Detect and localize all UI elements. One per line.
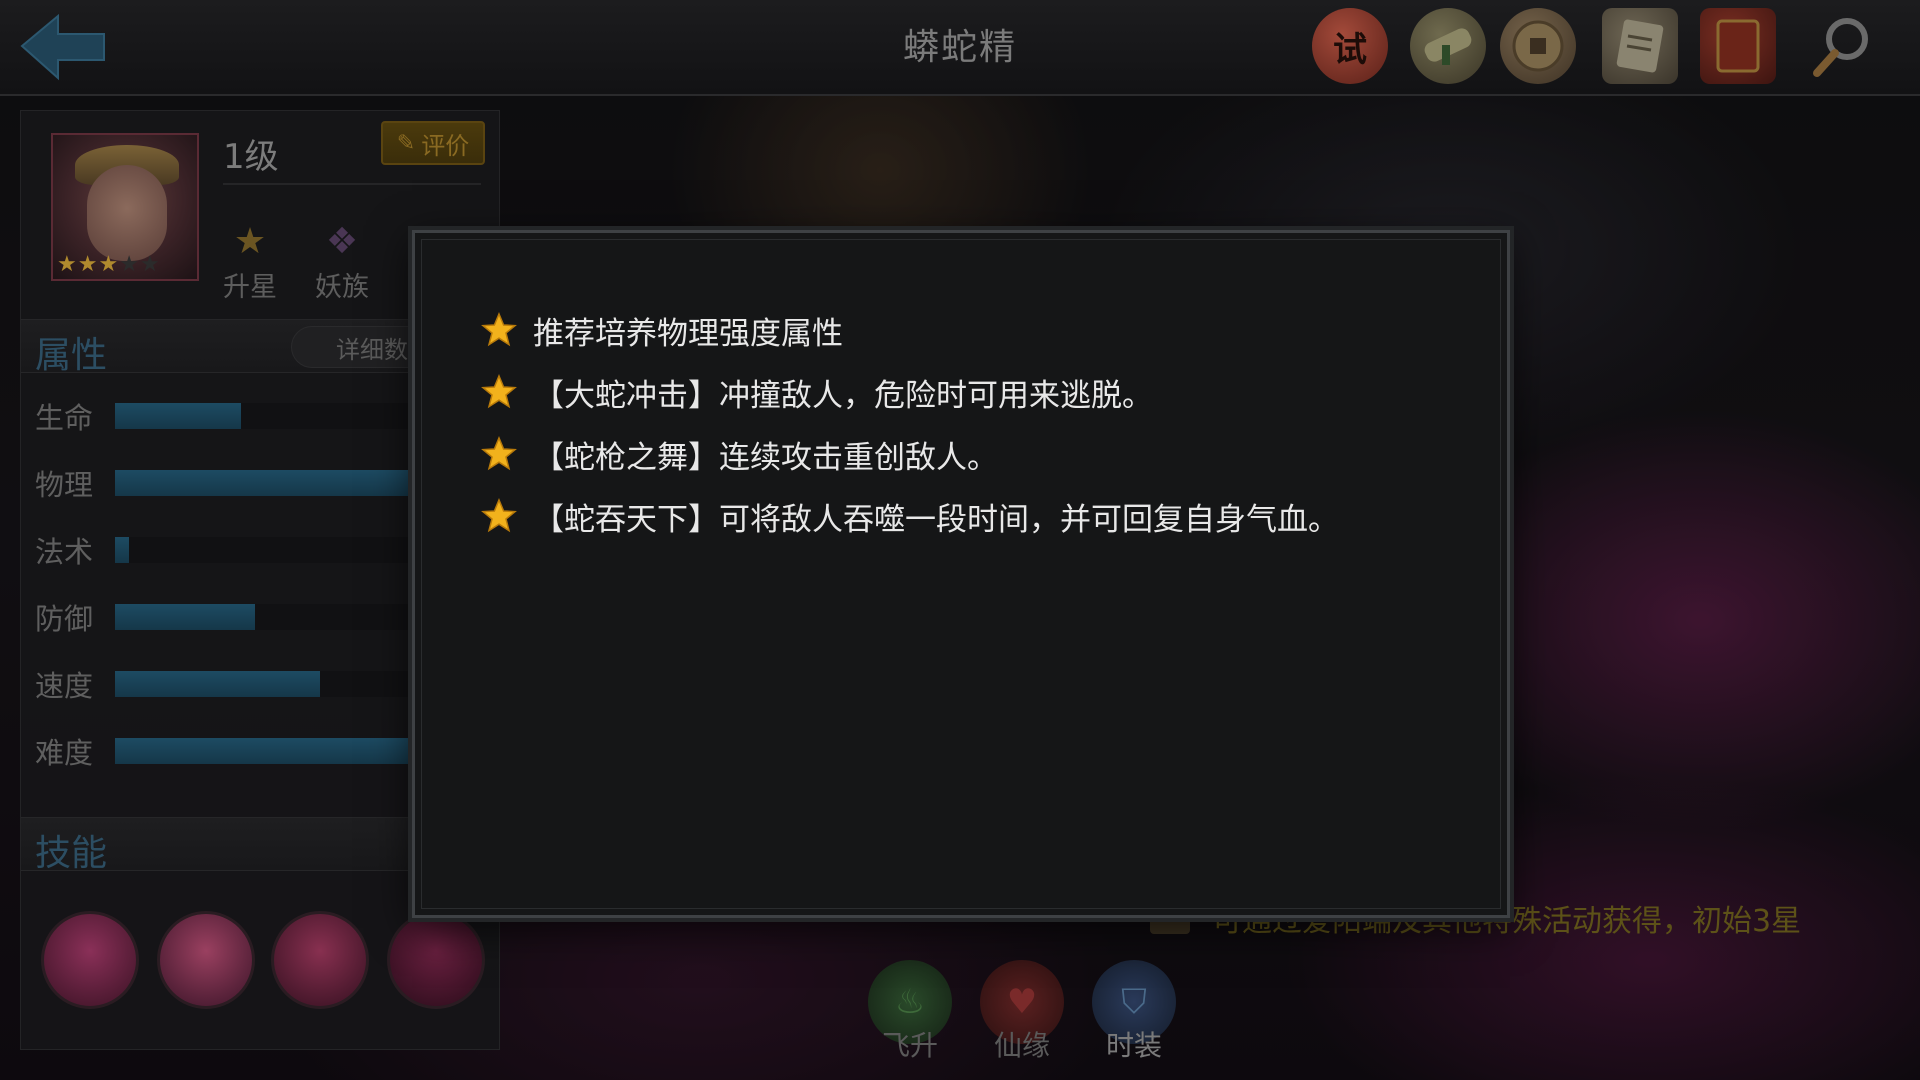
demon-race-icon: ❖ [325,220,359,262]
costume-button[interactable]: ⛉ 时装 [1084,960,1184,1070]
tips-list: 推荐培养物理强度属性 【大蛇冲击】冲撞敌人，危险时可用来逃脱。 【蛇枪之舞】连续… [481,299,1339,547]
stat-bar-fill [115,671,321,697]
portrait-face [87,165,167,261]
star-empty-icon: ★ [119,252,140,277]
star-icon: ★ [57,252,78,277]
upgrade-star-button[interactable]: ★ 升星 [211,211,289,304]
hero-star-rating: ★★★★★ [57,252,161,277]
race-button[interactable]: ❖ 妖族 [303,211,381,304]
star-icon: ★ [98,252,120,277]
magnifier-icon[interactable] [1804,8,1880,84]
tip-item: 【蛇枪之舞】连续攻击重创敌人。 [481,423,1339,485]
snake-dancer-skill-icon[interactable] [41,911,139,1009]
stat-label: 难度 [35,736,94,770]
book-shape [1716,19,1760,73]
level-divider [223,183,481,185]
fate-button[interactable]: ♥ 仙缘 [972,960,1072,1070]
ascend-button[interactable]: ♨ 飞升 [860,960,960,1070]
stat-label: 物理 [35,468,94,502]
gold-star-icon [481,312,517,347]
hero-level: 1级 [223,137,279,177]
scroll-shape [1424,28,1472,65]
gold-star-icon [481,498,517,533]
stat-label: 法术 [35,535,94,569]
magnifier-shape [1813,18,1868,77]
serpent-skill-icon[interactable] [271,911,369,1009]
trial-seal-icon[interactable]: 试 [1312,8,1388,84]
tip-text: 【大蛇冲击】冲撞敌人，危险时可用来逃脱。 [533,377,1153,414]
stat-bar-fill [115,403,241,429]
gold-star-icon [481,436,517,471]
document-shape [1616,19,1664,73]
star-icon: ★ [77,252,99,277]
race-label: 妖族 [315,272,369,303]
stat-label: 速度 [35,669,94,703]
spear-skill-icon[interactable] [157,911,255,1009]
stat-bar-fill [115,604,256,630]
gold-star-icon [481,374,517,409]
coin-shape [1512,20,1564,72]
top-bar: 蟒蛇精 试 [0,0,1920,96]
rate-button[interactable]: ✎ 评价 [381,121,485,165]
coin-icon[interactable] [1500,8,1576,84]
tip-item: 【蛇吞天下】可将敌人吞噬一段时间，并可回复自身气血。 [481,485,1339,547]
star-upgrade-icon: ★ [233,220,267,262]
scroll-icon[interactable] [1410,8,1486,84]
hero-portrait[interactable]: ★★★★★ [51,133,199,281]
star-empty-icon: ★ [139,252,161,277]
book-icon[interactable] [1700,8,1776,84]
tip-text: 推荐培养物理强度属性 [533,315,843,352]
tip-text: 【蛇枪之舞】连续攻击重创敌人。 [533,439,998,476]
stat-label: 防御 [35,602,94,636]
stat-label: 生命 [35,401,94,435]
attributes-title: 属性 [35,335,108,376]
upgrade-star-label: 升星 [223,272,277,303]
bottom-nav: ♨ 飞升 ♥ 仙缘 ⛉ 时装 [860,960,1190,1070]
edit-icon: ✎ [396,130,416,156]
skills-title: 技能 [35,833,108,874]
tip-item: 推荐培养物理强度属性 [481,299,1339,361]
tip-item: 【大蛇冲击】冲撞敌人，危险时可用来逃脱。 [481,361,1339,423]
rate-label: 评价 [421,131,470,160]
ascend-label: 飞升 [881,1029,938,1062]
document-icon[interactable] [1602,8,1678,84]
costume-label: 时装 [1105,1029,1162,1062]
stat-bar-fill [115,537,130,563]
whirl-skill-icon[interactable] [387,911,485,1009]
hero-tips-modal[interactable]: 推荐培养物理强度属性 【大蛇冲击】冲撞敌人，危险时可用来逃脱。 【蛇枪之舞】连续… [412,230,1510,918]
trial-seal-glyph: 试 [1333,29,1367,70]
tip-text: 【蛇吞天下】可将敌人吞噬一段时间，并可回复自身气血。 [533,501,1339,538]
fate-label: 仙缘 [993,1029,1050,1062]
